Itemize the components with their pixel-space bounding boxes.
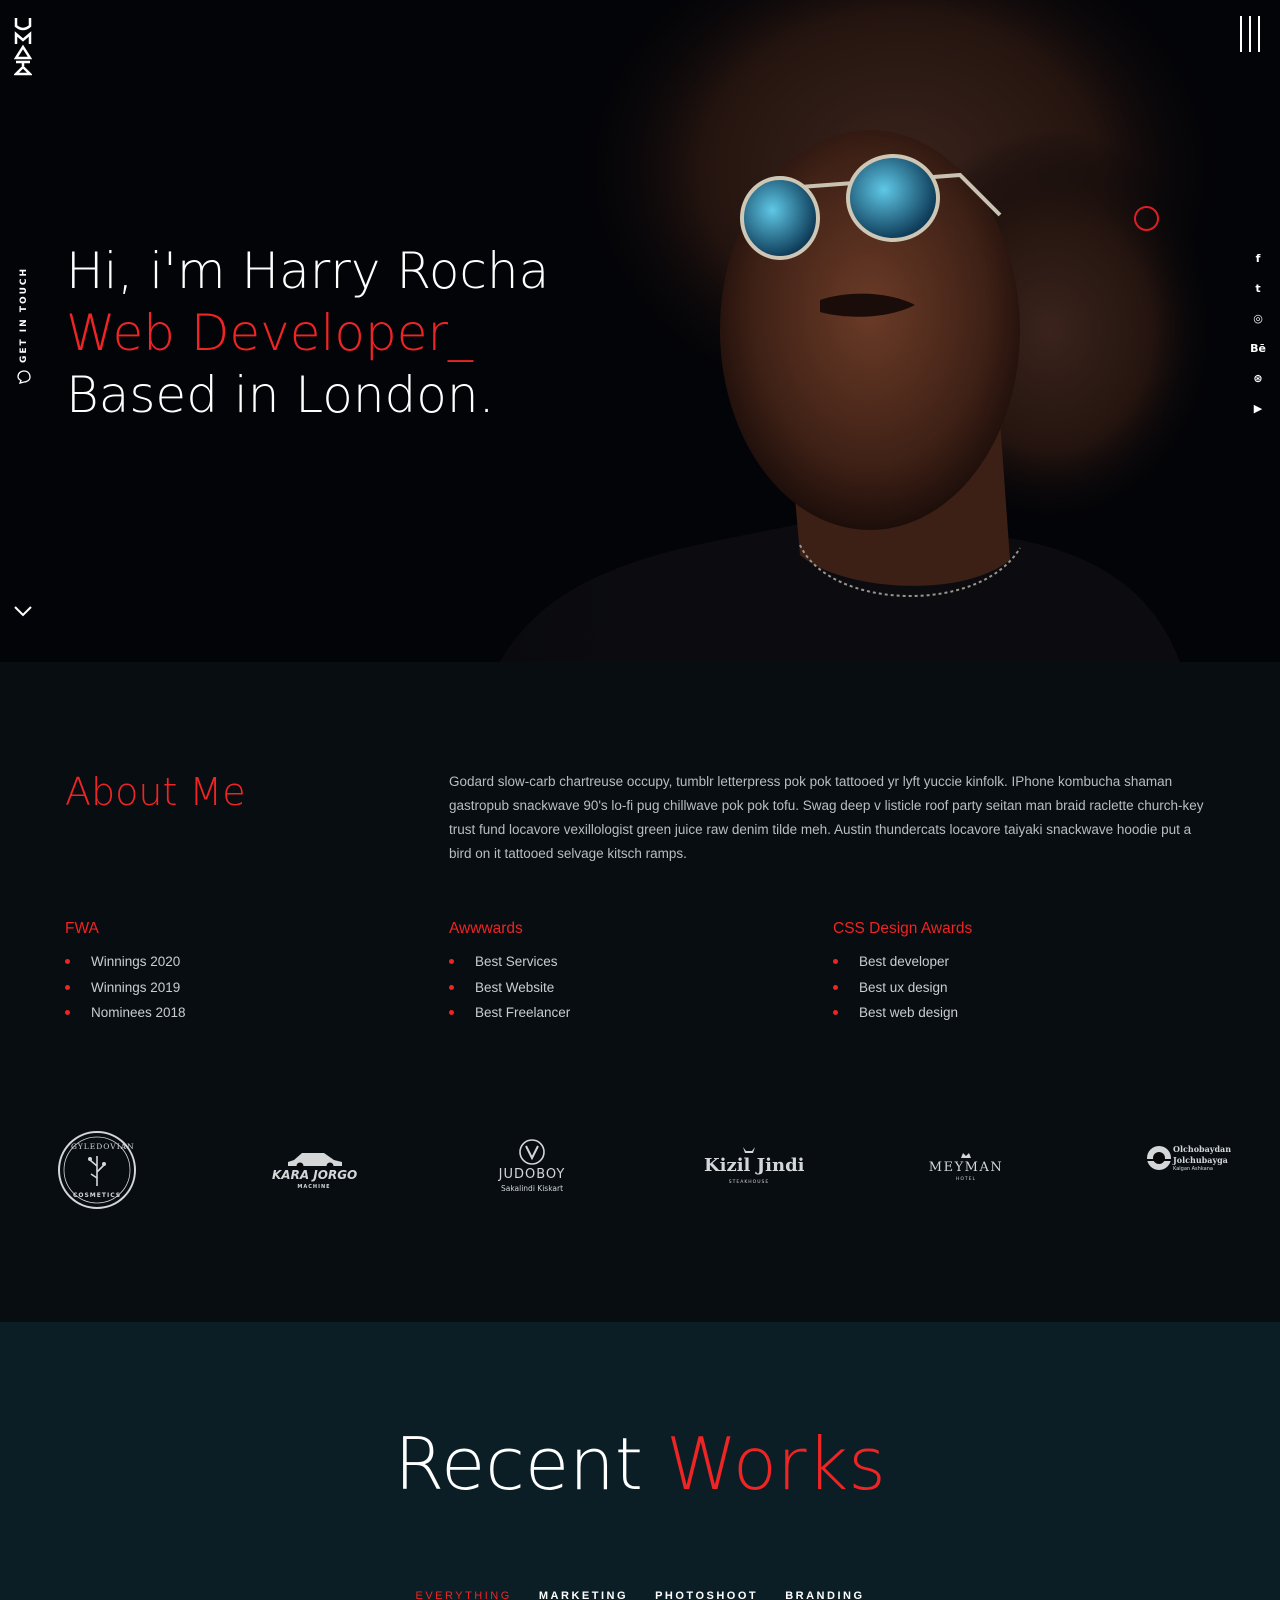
client-logo-olchobaydan[interactable]: Olchobaydan Jolchubayga Kalgan Ashkana (1143, 1122, 1232, 1222)
chevron-down-icon[interactable] (13, 604, 33, 618)
award-item: Best developer (833, 952, 1173, 978)
chat-bubble-icon (17, 370, 31, 384)
award-title: CSS Design Awards (833, 920, 973, 937)
client-name-line2: Jolchubayga (1173, 1155, 1228, 1165)
client-tagline: MACHINE (297, 1184, 331, 1190)
award-item: Nominees 2018 (65, 1003, 405, 1029)
award-title: FWA (65, 920, 99, 937)
client-tagline: STEAKHOUSE (728, 1180, 770, 1185)
hero-greeting: Hi, i'm Harry Rocha (66, 242, 550, 300)
menu-bar (1249, 16, 1251, 52)
award-group-fwa: FWA Winnings 2020 Winnings 2019 Nominees… (65, 920, 405, 1029)
award-item: Best web design (833, 1003, 1173, 1029)
recent-works-section: Recent Works EVERYTHING MARKETING PHOTOS… (0, 1322, 1280, 1600)
menu-bar (1240, 16, 1242, 52)
hero-section: GET IN TOUCH Hi, i'm Harry Rocha Web Dev… (0, 0, 1280, 662)
cosmetics-seal-icon (58, 1131, 136, 1209)
about-paragraph: Godard slow-carb chartreuse occupy, tumb… (449, 774, 1204, 861)
client-name: MEYMAN (928, 1160, 1004, 1175)
behance-icon[interactable]: Bē (1246, 334, 1270, 364)
client-name: KARA JORGO (272, 1168, 358, 1182)
menu-bar (1258, 16, 1260, 52)
client-logo-meyman[interactable]: MEYMAN HOTEL (920, 1122, 1012, 1222)
works-filter-bar: EVERYTHING MARKETING PHOTOSHOOT BRANDING (0, 1584, 1280, 1600)
award-item: Best ux design (833, 978, 1173, 1004)
hero-role: Web Developer_ (66, 304, 474, 362)
award-list: Best Services Best Website Best Freelanc… (449, 952, 789, 1029)
client-tagline: Sakalindi Kiskart (500, 1184, 564, 1193)
client-name-line3: Kalgan Ashkana (1173, 1166, 1213, 1172)
client-logo-gyledovian[interactable]: GYLEDOVIAN COSMETICS (57, 1122, 137, 1222)
recent-works-title: Recent Works (0, 1422, 1280, 1506)
about-title: About Me (65, 770, 246, 814)
facebook-icon[interactable]: f (1246, 244, 1270, 274)
instagram-icon[interactable]: ◎ (1246, 304, 1270, 334)
get-in-touch-link[interactable]: GET IN TOUCH (12, 266, 36, 390)
cursor-ring (1134, 206, 1159, 231)
award-item: Winnings 2020 (65, 952, 405, 978)
client-name-top: GYLEDOVIAN (71, 1142, 135, 1151)
award-group-css-design-awards: CSS Design Awards Best developer Best ux… (833, 920, 1173, 1029)
award-list: Winnings 2020 Winnings 2019 Nominees 201… (65, 952, 405, 1029)
social-links: f t ◎ Bē ⊛ ▶ (1246, 244, 1270, 424)
recent-works-title-part1: Recent (394, 1422, 644, 1506)
client-logo-judoboy[interactable]: JUDOBOY Sakalindi Kiskart (490, 1122, 574, 1222)
client-logo-kizil-jindi[interactable]: Kizil Jindi STEAKHOUSE (704, 1122, 805, 1222)
youtube-icon[interactable]: ▶ (1246, 394, 1270, 424)
dribbble-icon[interactable]: ⊛ (1246, 364, 1270, 394)
award-list: Best developer Best ux design Best web d… (833, 952, 1173, 1029)
hero-headline: Hi, i'm Harry Rocha Web Developer_ Based… (66, 240, 549, 426)
client-name-line1: Olchobaydan (1173, 1144, 1232, 1154)
award-title: Awwwards (449, 920, 523, 937)
filter-everything[interactable]: EVERYTHING (415, 1590, 511, 1600)
filter-photoshoot[interactable]: PHOTOSHOOT (655, 1590, 758, 1600)
menu-button[interactable] (1240, 16, 1260, 52)
award-item: Winnings 2019 (65, 978, 405, 1004)
client-name-bottom: COSMETICS (72, 1192, 122, 1199)
award-item: Best Services (449, 952, 789, 978)
about-section: About Me Godard slow-carb chartreuse occ… (0, 662, 1280, 1322)
umaya-logo[interactable] (14, 16, 32, 76)
twitter-icon[interactable]: t (1246, 274, 1270, 304)
client-name: Kizil Jindi (704, 1155, 805, 1176)
client-name: JUDOBOY (498, 1167, 566, 1182)
client-logo-kara-jorgo[interactable]: KARA JORGO MACHINE (272, 1122, 358, 1222)
client-logos: GYLEDOVIAN COSMETICS KARA JORGO MACHINE … (0, 1122, 1280, 1222)
teapot-icon (1145, 1146, 1171, 1170)
filter-branding[interactable]: BRANDING (785, 1590, 864, 1600)
recent-works-title-part2: Works (665, 1422, 886, 1506)
hero-location: Based in London. (66, 366, 495, 424)
award-item: Best Website (449, 978, 789, 1004)
filter-marketing[interactable]: MARKETING (539, 1590, 628, 1600)
client-tagline: HOTEL (955, 1177, 977, 1182)
award-item: Best Freelancer (449, 1003, 789, 1029)
get-in-touch-label: GET IN TOUCH (19, 266, 29, 363)
award-group-awwwards: Awwwards Best Services Best Website Best… (449, 920, 789, 1029)
